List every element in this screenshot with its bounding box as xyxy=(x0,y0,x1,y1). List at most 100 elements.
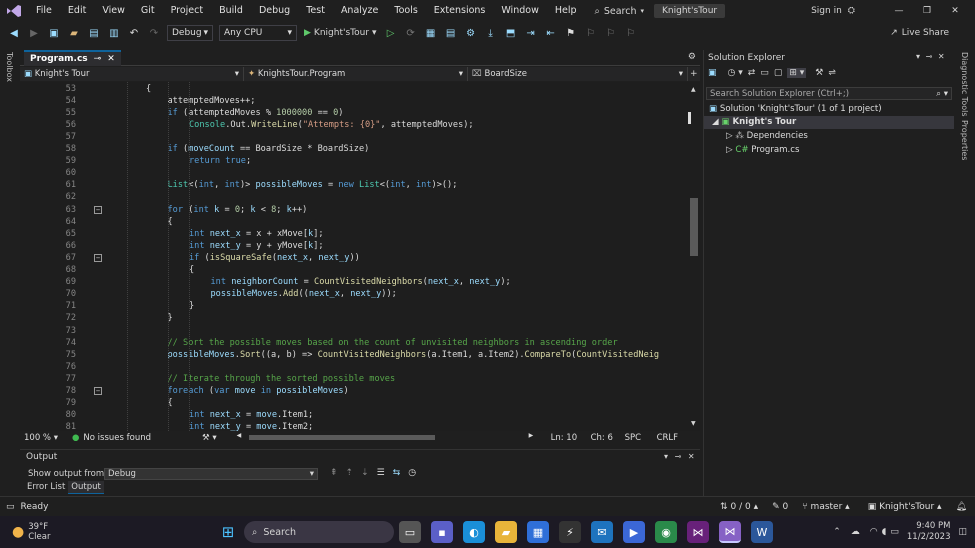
file-explorer-icon[interactable]: ▰ xyxy=(495,521,517,543)
scroll-left-icon[interactable]: ◀ xyxy=(237,432,242,439)
line-ending-indicator[interactable]: CRLF xyxy=(657,433,678,443)
hot-reload-icon[interactable]: ⟳ xyxy=(402,25,420,41)
restore-button[interactable]: ❐ xyxy=(913,6,941,16)
collapse-icon[interactable]: − xyxy=(94,205,102,214)
properties-tab[interactable]: Properties xyxy=(960,120,969,160)
close-tab-icon[interactable]: ✕ xyxy=(107,54,115,64)
menu-item-build[interactable]: Build xyxy=(211,0,251,22)
tab-error-list[interactable]: Error List xyxy=(24,481,68,494)
code-line[interactable]: 64{ xyxy=(20,216,688,228)
collapse-icon[interactable]: − xyxy=(94,387,102,395)
vs-logo-icon[interactable] xyxy=(0,4,28,18)
save-all-icon[interactable]: ▥ xyxy=(105,25,123,41)
code-line[interactable]: 71} xyxy=(20,300,688,312)
back-icon[interactable]: ◀ xyxy=(5,25,23,41)
undo-icon[interactable]: ↶ xyxy=(125,25,143,41)
menu-item-window[interactable]: Window xyxy=(493,0,546,22)
repo-indicator[interactable]: ▣ Knight'sTour ▴ xyxy=(868,502,942,512)
show-all-files-icon[interactable]: ▢ xyxy=(774,68,783,78)
notifications-icon[interactable]: 🔔︎ xyxy=(956,502,967,512)
code-line[interactable]: 57 xyxy=(20,131,688,143)
code-line[interactable]: 65 int next_x = x + xMove[k]; xyxy=(20,228,688,240)
filter-icon[interactable]: ⊞ ▾ xyxy=(787,68,807,78)
platform-select[interactable]: Any CPU ▾ xyxy=(219,25,297,41)
layout-icon[interactable]: ▤ xyxy=(442,25,460,41)
code-line[interactable]: 70 possibleMoves.Add((next_x, next_y)); xyxy=(20,288,688,300)
forward-icon[interactable]: ▶ xyxy=(25,25,43,41)
code-line[interactable]: 72} xyxy=(20,312,688,324)
column-number[interactable]: Ch: 6 xyxy=(591,433,619,443)
menu-item-project[interactable]: Project xyxy=(163,0,212,22)
pin-icon[interactable]: ⊸ xyxy=(926,52,933,61)
scroll-up-icon[interactable]: ▲ xyxy=(691,86,696,93)
switch-views-icon[interactable]: ▣ xyxy=(708,68,717,78)
search-button[interactable]: ⌕ Search ▾ xyxy=(595,6,644,17)
h-scroll-thumb[interactable] xyxy=(248,435,435,440)
menu-item-test[interactable]: Test xyxy=(298,0,333,22)
bookmark-prev-icon[interactable]: ⚐ xyxy=(582,25,600,41)
weather-widget[interactable]: ● 39°F Clear xyxy=(12,522,212,542)
power-automate-icon[interactable]: ▶ xyxy=(623,521,645,543)
menu-item-file[interactable]: File xyxy=(28,0,60,22)
next-message-icon[interactable]: ⇣ xyxy=(361,468,369,478)
code-line[interactable]: 74 // Sort the possible moves based on th… xyxy=(20,337,688,349)
step-icon[interactable]: ⤓ xyxy=(482,25,500,41)
teams-icon[interactable]: ▪ xyxy=(431,521,453,543)
bookmark-next-icon[interactable]: ⚐ xyxy=(602,25,620,41)
start-without-debug-icon[interactable]: ▷ xyxy=(382,25,400,41)
code-line[interactable]: 56 Console.Out.WriteLine("Attempts: {0}",… xyxy=(20,119,688,131)
close-icon[interactable]: ✕ xyxy=(938,52,945,61)
scroll-right-icon[interactable]: ▶ xyxy=(529,432,534,439)
member-dropdown[interactable]: ⌧ BoardSize ▾ xyxy=(468,67,688,81)
pin-icon[interactable]: ⊸ xyxy=(675,452,682,461)
history-icon[interactable]: ◷ ▾ xyxy=(728,68,743,78)
save-icon[interactable]: ▤ xyxy=(85,25,103,41)
scroll-down-icon[interactable]: ▼ xyxy=(691,420,696,427)
new-item-icon[interactable]: ▣ xyxy=(45,25,63,41)
collapse-icon[interactable]: − xyxy=(94,253,102,262)
code-line[interactable]: 55 if (attemptedMoves % 1000000 == 0) xyxy=(20,107,688,119)
code-line[interactable]: 54 attemptedMoves++; xyxy=(20,95,688,107)
whitespace-indicator[interactable]: SPC xyxy=(625,433,651,443)
code-line[interactable]: 58 if (moveCount == BoardSize * BoardSize… xyxy=(20,143,688,155)
taskbar-search[interactable]: ⌕ Search xyxy=(244,521,394,543)
store-icon[interactable]: ▦ xyxy=(527,521,549,543)
project-dropdown[interactable]: ▣ Knight's Tour ▾ xyxy=(20,67,244,81)
code-line[interactable]: 69 int neighborCount = CountVisitedNeighb… xyxy=(20,276,688,288)
close-window-button[interactable]: ✕ xyxy=(941,6,969,16)
code-line[interactable]: 80 int next_x = move.Item1; xyxy=(20,409,688,421)
branch-indicator[interactable]: ⑂ master ▴ xyxy=(802,502,849,512)
word-wrap-icon[interactable]: ⇆ xyxy=(393,468,401,478)
zoom-select[interactable]: 100 % ▾ xyxy=(20,433,64,443)
menu-item-view[interactable]: View xyxy=(94,0,133,22)
prev-message-icon[interactable]: ⇡ xyxy=(346,468,354,478)
code-line[interactable]: 67− if (isSquareSafe(next_x, next_y)) xyxy=(20,252,688,264)
code-line[interactable]: 73 xyxy=(20,325,688,337)
code-line[interactable]: 53 { xyxy=(20,83,688,95)
open-folder-icon[interactable]: ▰ xyxy=(65,25,83,41)
code-line[interactable]: 75 possibleMoves.Sort((a, b) => CountVisi… xyxy=(20,349,688,361)
edits-indicator[interactable]: ✎ 0 xyxy=(772,502,788,512)
breakpoint-icon[interactable]: ⬒ xyxy=(502,25,520,41)
configuration-select[interactable]: Debug ▾ xyxy=(167,25,213,41)
clear-all-icon[interactable]: ☰ xyxy=(377,468,385,478)
menu-item-analyze[interactable]: Analyze xyxy=(333,0,386,22)
code-line[interactable]: 76 xyxy=(20,361,688,373)
code-line[interactable]: 59 return true; xyxy=(20,155,688,167)
account-icon[interactable]: ⛭ xyxy=(848,6,855,16)
tree-item-program-cs[interactable]: ▷ C# Program.cs xyxy=(704,144,954,157)
battery-icon[interactable]: ▭ xyxy=(890,527,899,537)
chrome-icon[interactable]: ◉ xyxy=(655,521,677,543)
browser-icon[interactable]: ▦ xyxy=(422,25,440,41)
tab-settings-icon[interactable]: ⚙ xyxy=(688,52,696,62)
diagnostic-tools-tab[interactable]: Diagnostic Tools xyxy=(960,52,969,117)
line-number[interactable]: Ln: 10 xyxy=(551,433,585,443)
preview-icon[interactable]: ⇌ xyxy=(828,68,836,78)
pin-icon[interactable]: ⊸ xyxy=(94,54,102,64)
git-changes-indicator[interactable]: ⇅ 0 / 0 ▴ xyxy=(720,502,758,512)
code-editor[interactable]: 53 {54 attemptedMoves++; 55 if (attemptedMov… xyxy=(20,82,688,431)
menu-item-debug[interactable]: Debug xyxy=(251,0,298,22)
bookmark-icon[interactable]: ⚑ xyxy=(562,25,580,41)
notification-center-icon[interactable]: ◫ xyxy=(958,527,967,537)
edge-icon[interactable]: ◐ xyxy=(463,521,485,543)
